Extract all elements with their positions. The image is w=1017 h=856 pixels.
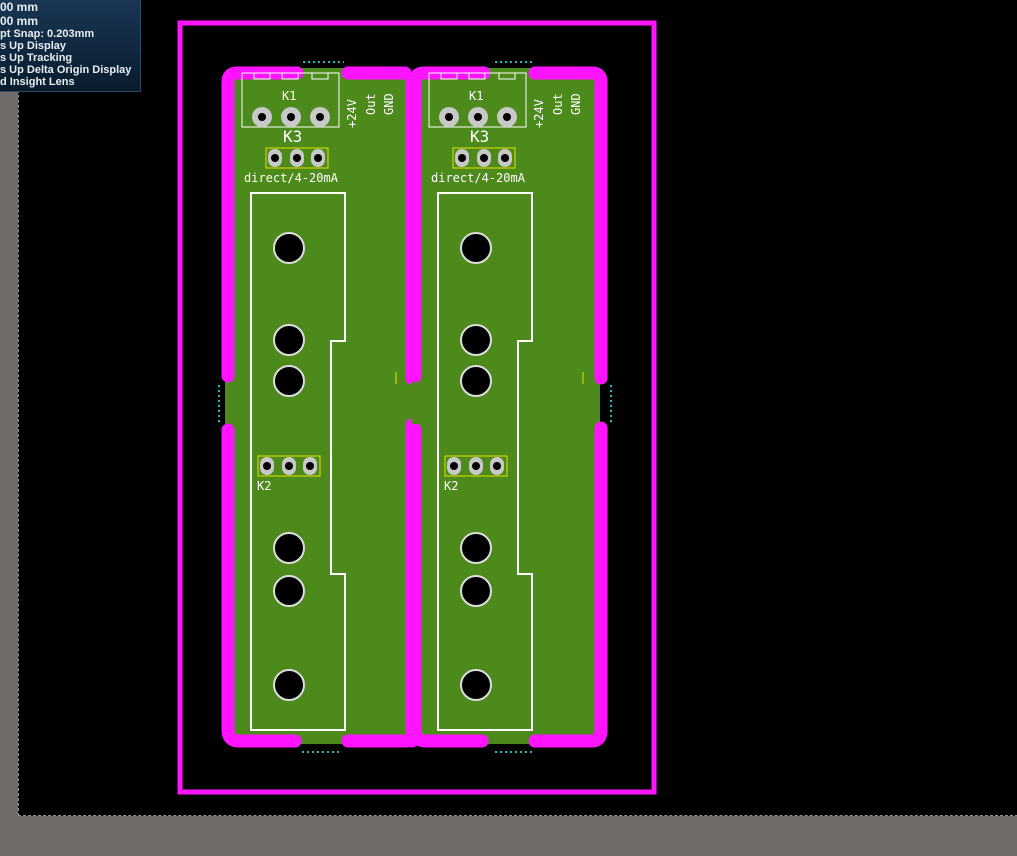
hud-delta-origin-hint: s Up Delta Origin Display	[0, 64, 132, 76]
board-right[interactable]: K1 +24V Out GND K3 direct/4-20mA K2	[408, 61, 612, 753]
k1-pads[interactable]	[252, 107, 330, 127]
mode-label: direct/4-20mA	[244, 171, 339, 185]
k2-label: K2	[444, 479, 458, 493]
x-coordinate-readout: 00 mm	[0, 0, 39, 14]
out-label: Out	[551, 93, 565, 115]
board-left[interactable]: K1 +24V Out GND K3 direct/4-20mA K2	[218, 61, 419, 753]
k2-pads[interactable]	[447, 457, 504, 475]
y-coordinate-readout: 00 mm	[0, 14, 39, 28]
k3-label: K3	[470, 127, 489, 146]
k2-label: K2	[257, 479, 271, 493]
k3-pads[interactable]	[268, 149, 325, 167]
heads-up-display: 00 mm 00 mm pt Snap: 0.203mm s Up Displa…	[0, 0, 141, 92]
k1-label: K1	[282, 89, 296, 103]
insight-lens-hint: d Insight Lens	[0, 76, 75, 88]
k3-pads[interactable]	[455, 149, 512, 167]
out-label: Out	[364, 93, 378, 115]
k2-pads[interactable]	[260, 457, 317, 475]
snap-readout: pt Snap: 0.203mm	[0, 28, 95, 40]
voltage-label: +24V	[345, 99, 359, 128]
board-substrate	[412, 68, 600, 744]
k3-label: K3	[283, 127, 302, 146]
hud-display-toggle-hint: s Up Display	[0, 40, 67, 52]
gnd-label: GND	[382, 93, 396, 115]
gnd-label: GND	[569, 93, 583, 115]
k1-pads[interactable]	[439, 107, 517, 127]
mode-label: direct/4-20mA	[431, 171, 526, 185]
pcb-layout-view[interactable]: K1 +24V Out GND K3 direct/4-20mA K2 K1 +…	[0, 0, 1017, 856]
board-substrate	[225, 68, 413, 744]
k1-label: K1	[469, 89, 483, 103]
voltage-label: +24V	[532, 99, 546, 128]
hud-tracking-toggle-hint: s Up Tracking	[0, 52, 73, 64]
